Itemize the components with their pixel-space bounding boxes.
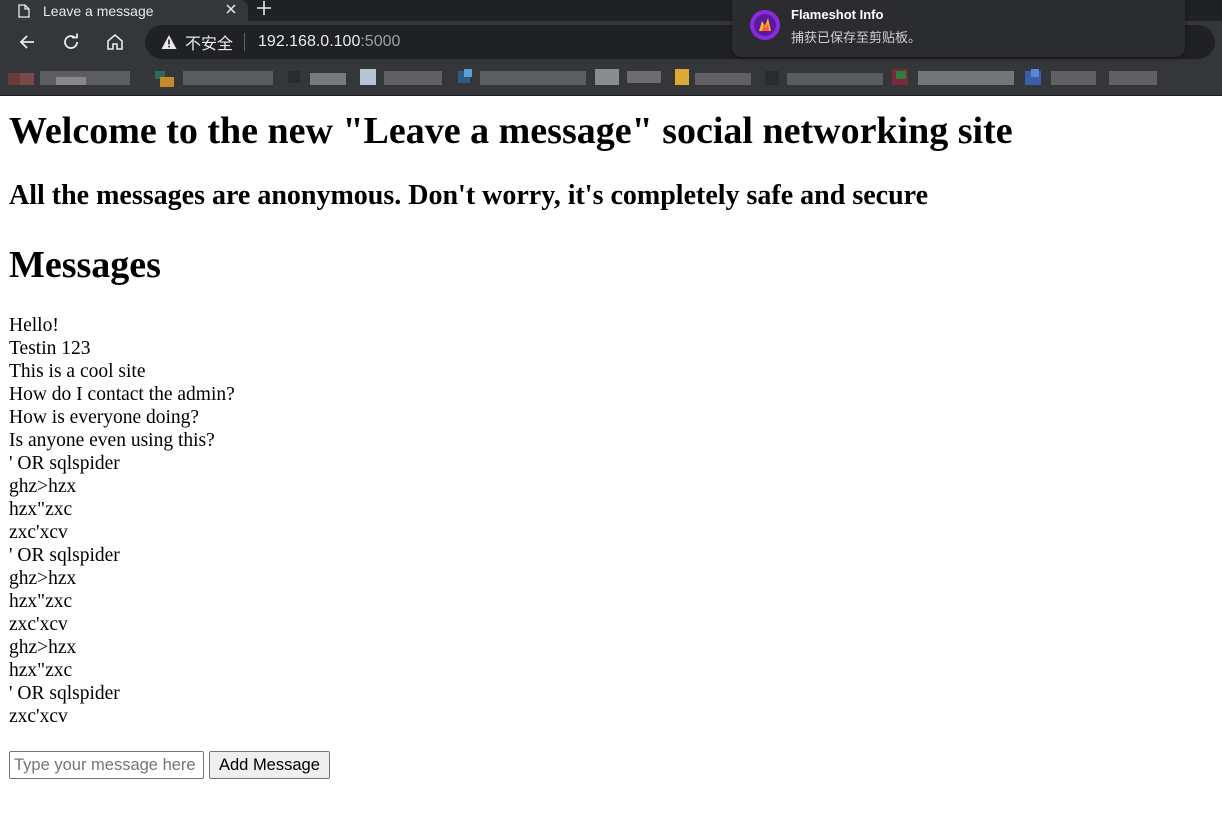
message-item: ' OR sqlspider <box>9 453 120 474</box>
message-item: zxc'xcv <box>9 706 68 727</box>
bookmark-item[interactable] <box>1025 67 1160 89</box>
flameshot-icon <box>750 10 780 40</box>
bookmark-item[interactable] <box>288 67 348 89</box>
home-icon[interactable] <box>105 32 125 52</box>
messages-heading: Messages <box>9 244 161 286</box>
notification-title: Flameshot Info <box>791 7 884 22</box>
message-item: zxc'xcv <box>9 522 68 543</box>
bookmark-item[interactable] <box>892 67 1017 89</box>
back-arrow-icon[interactable] <box>17 32 37 52</box>
bookmark-item[interactable] <box>765 67 885 89</box>
page-content: Welcome to the new "Leave a message" soc… <box>0 97 1222 826</box>
bookmark-item[interactable] <box>595 67 665 89</box>
message-item: ghz>hzx <box>9 476 77 497</box>
tab-leave-a-message[interactable]: Leave a message <box>0 0 248 21</box>
messages-list: Hello! Testin 123 This is a cool site How d… <box>9 314 235 728</box>
message-item: hzx"zxc <box>9 591 73 612</box>
message-item: Is anyone even using this? <box>9 430 215 451</box>
message-item: How do I contact the admin? <box>9 384 235 405</box>
tab-title: Leave a message <box>43 2 154 19</box>
message-item: hzx"zxc <box>9 660 73 681</box>
bookmark-item[interactable] <box>458 67 588 89</box>
add-message-button[interactable]: Add Message <box>209 751 330 779</box>
message-item: This is a cool site <box>9 361 146 382</box>
page-subtitle: All the messages are anonymous. Don't wo… <box>9 180 928 211</box>
url-port: :5000 <box>360 33 401 50</box>
notification-body: 捕获已保存至剪贴板。 <box>791 31 922 46</box>
warning-icon[interactable] <box>161 34 177 50</box>
message-item: hzx"zxc <box>9 499 73 520</box>
document-icon <box>18 3 30 18</box>
message-item: ' OR sqlspider <box>9 683 120 704</box>
bookmark-item[interactable] <box>155 67 275 89</box>
message-item: Testin 123 <box>9 338 91 359</box>
bookmark-item[interactable] <box>675 67 755 89</box>
flameshot-notification[interactable]: Flameshot Info 捕获已保存至剪贴板。 <box>732 0 1185 57</box>
message-item: How is everyone doing? <box>9 407 200 428</box>
security-status-label[interactable]: 不安全 <box>185 30 233 54</box>
bookmarks-bar <box>0 63 1222 96</box>
url-host: 192.168.0.100 <box>258 33 361 50</box>
message-item: ghz>hzx <box>9 568 77 589</box>
message-input[interactable] <box>9 751 204 779</box>
message-item: ' OR sqlspider <box>9 545 120 566</box>
reload-icon[interactable] <box>61 32 81 52</box>
message-form: Add Message <box>9 751 330 779</box>
address-separator <box>244 33 246 51</box>
new-tab-icon[interactable] <box>255 0 273 16</box>
message-item: ghz>hzx <box>9 637 77 658</box>
page-title: Welcome to the new "Leave a message" soc… <box>9 110 1013 152</box>
message-item: zxc'xcv <box>9 614 68 635</box>
close-tab-icon[interactable] <box>224 2 238 16</box>
message-item: Hello! <box>9 315 59 336</box>
bookmark-item[interactable] <box>8 67 130 89</box>
bookmark-item[interactable] <box>360 67 445 89</box>
